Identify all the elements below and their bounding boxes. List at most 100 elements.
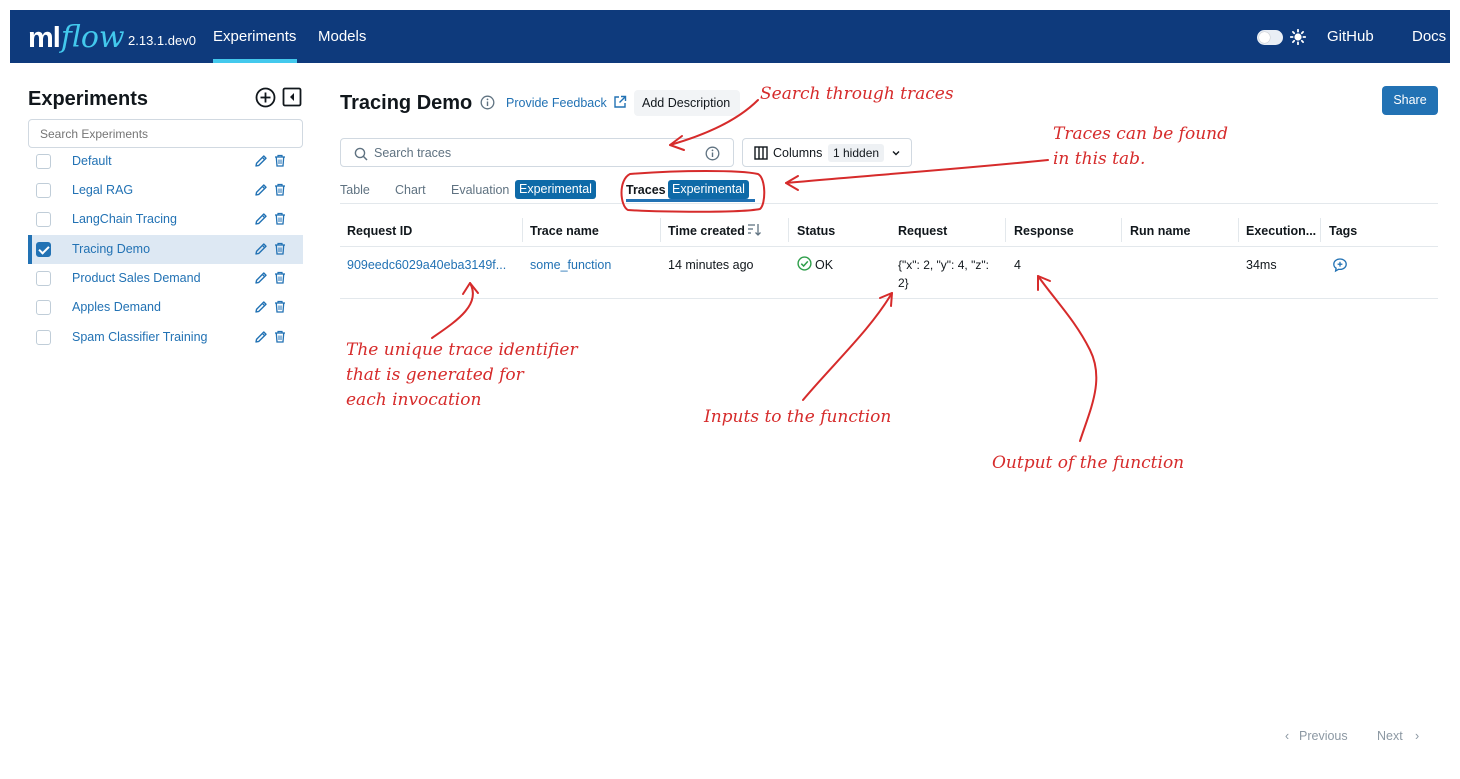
sidebar-item[interactable]: Apples Demand	[28, 293, 303, 322]
mlflow-logo[interactable]: ml flow	[28, 18, 125, 58]
column-header-trace-name[interactable]: Trace name	[530, 224, 599, 238]
column-header-response[interactable]: Response	[1014, 224, 1074, 238]
output-annotation-arrow	[1037, 275, 1098, 442]
sidebar-item-label[interactable]: Apples Demand	[72, 300, 161, 314]
share-button[interactable]: Share	[1382, 86, 1438, 115]
column-resize-handle[interactable]	[522, 218, 523, 242]
evaluation-experimental-badge: Experimental	[515, 180, 596, 199]
sidebar-item-label[interactable]: Product Sales Demand	[72, 271, 201, 285]
nav-github-link[interactable]: GitHub	[1327, 28, 1374, 45]
logo-flow-text: flow	[60, 20, 125, 55]
pencil-icon[interactable]	[254, 300, 268, 314]
column-header-time-created[interactable]: Time created	[668, 224, 745, 238]
identifier-annotation-arrow	[431, 282, 474, 339]
tab-table[interactable]: Table	[340, 183, 370, 197]
nav-experiments-link[interactable]: Experiments	[213, 28, 296, 45]
column-header-tags[interactable]: Tags	[1329, 224, 1357, 238]
nav-models-link[interactable]: Models	[318, 28, 366, 45]
annotation-overlay	[431, 99, 1098, 442]
sun-icon	[1290, 29, 1306, 45]
experiment-checkbox[interactable]	[36, 242, 51, 257]
next-chevron-icon[interactable]: ›	[1415, 729, 1419, 743]
search-icon	[354, 147, 368, 161]
experiment-checkbox[interactable]	[36, 300, 51, 315]
tab-chart[interactable]: Chart	[395, 183, 426, 197]
sidebar-item-label[interactable]: Tracing Demo	[72, 242, 150, 256]
trash-icon[interactable]	[274, 212, 286, 225]
sidebar-item-label[interactable]: LangChain Tracing	[72, 212, 177, 226]
column-resize-handle[interactable]	[660, 218, 661, 242]
request-id-link[interactable]: 909eedc6029a40eba3149f...	[347, 258, 506, 272]
status-cell: OK	[815, 258, 834, 272]
pencil-icon[interactable]	[254, 242, 268, 256]
tab-evaluation[interactable]: Evaluation	[451, 183, 509, 197]
column-resize-handle[interactable]	[788, 218, 789, 242]
column-header-request[interactable]: Request	[898, 224, 947, 238]
pencil-icon[interactable]	[254, 183, 268, 197]
trash-icon[interactable]	[274, 271, 286, 284]
column-header-run-name[interactable]: Run name	[1130, 224, 1190, 238]
collapse-sidebar-icon[interactable]	[282, 87, 302, 107]
traces-experimental-badge: Experimental	[668, 180, 749, 199]
add-tag-icon[interactable]	[1332, 257, 1348, 273]
tab-traces[interactable]: Traces	[626, 183, 666, 197]
column-resize-handle[interactable]	[1005, 218, 1006, 242]
column-resize-handle[interactable]	[1121, 218, 1122, 242]
search-info-icon[interactable]	[705, 146, 720, 161]
columns-label: Columns	[773, 146, 823, 160]
previous-page-button[interactable]: Previous	[1299, 729, 1348, 743]
annotation-identifier-line3: each invocation	[346, 390, 482, 410]
response-cell: 4	[1014, 258, 1021, 272]
nav-docs-link[interactable]: Docs	[1412, 28, 1446, 45]
nav-active-indicator	[213, 59, 297, 63]
sidebar-title: Experiments	[28, 88, 149, 110]
annotation-traces-tab-line1: Traces can be found	[1053, 124, 1228, 144]
provide-feedback-link[interactable]: Provide Feedback	[506, 96, 607, 110]
sort-icon[interactable]	[747, 223, 761, 236]
column-header-status[interactable]: Status	[797, 224, 835, 238]
next-page-button[interactable]: Next	[1377, 729, 1403, 743]
column-header-execution[interactable]: Execution...	[1246, 224, 1316, 238]
experiment-checkbox[interactable]	[36, 271, 51, 286]
version-label: 2.13.1.dev0	[128, 33, 196, 48]
pencil-icon[interactable]	[254, 271, 268, 285]
experiment-checkbox[interactable]	[36, 212, 51, 227]
sidebar-item[interactable]: Product Sales Demand	[28, 264, 303, 293]
experiment-checkbox[interactable]	[36, 183, 51, 198]
sidebar-item[interactable]: LangChain Tracing	[28, 205, 303, 234]
trash-icon[interactable]	[274, 330, 286, 343]
column-resize-handle[interactable]	[1238, 218, 1239, 242]
trace-name-link[interactable]: some_function	[530, 258, 611, 272]
sidebar-item-label[interactable]: Default	[72, 154, 112, 168]
external-link-icon[interactable]	[613, 95, 627, 109]
add-description-button[interactable]: Add Description	[634, 90, 740, 116]
previous-chevron-icon[interactable]: ‹	[1285, 729, 1289, 743]
experiment-checkbox[interactable]	[36, 154, 51, 169]
sidebar-item[interactable]: Legal RAG	[28, 176, 303, 205]
annotation-output: Output of the function	[992, 453, 1185, 473]
theme-toggle[interactable]	[1257, 30, 1283, 45]
info-icon[interactable]	[480, 95, 495, 110]
tabs-divider	[340, 203, 1438, 204]
sidebar-item-label[interactable]: Spam Classifier Training	[72, 330, 207, 344]
experiment-checkbox[interactable]	[36, 330, 51, 345]
annotation-identifier-line1: The unique trace identifier	[346, 340, 578, 360]
columns-icon	[754, 146, 768, 160]
add-experiment-icon[interactable]	[255, 87, 276, 108]
sidebar-item[interactable]: Tracing Demo	[28, 235, 303, 264]
columns-dropdown[interactable]: Columns 1 hidden	[742, 138, 912, 167]
sidebar-item[interactable]: Spam Classifier Training	[28, 323, 303, 352]
column-resize-handle[interactable]	[1320, 218, 1321, 242]
trash-icon[interactable]	[274, 300, 286, 313]
pencil-icon[interactable]	[254, 330, 268, 344]
sidebar-item[interactable]: Default	[28, 147, 303, 176]
trash-icon[interactable]	[274, 242, 286, 255]
trash-icon[interactable]	[274, 154, 286, 167]
column-header-request-id[interactable]: Request ID	[347, 224, 412, 238]
search-traces-input[interactable]: Search traces	[340, 138, 734, 167]
pencil-icon[interactable]	[254, 154, 268, 168]
sidebar-item-label[interactable]: Legal RAG	[72, 183, 133, 197]
trash-icon[interactable]	[274, 183, 286, 196]
search-experiments-input[interactable]	[28, 119, 303, 148]
pencil-icon[interactable]	[254, 212, 268, 226]
